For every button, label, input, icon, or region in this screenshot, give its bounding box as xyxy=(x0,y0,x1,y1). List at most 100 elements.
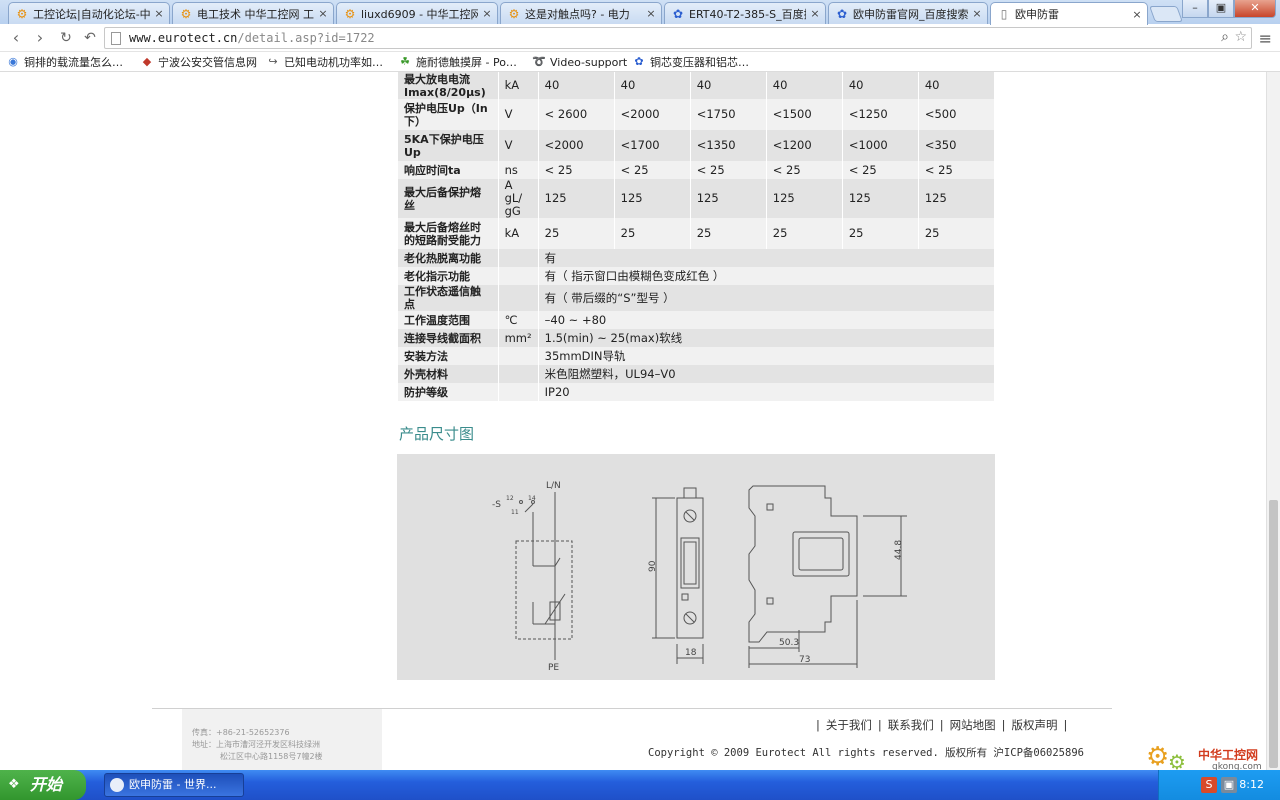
spec-unit xyxy=(498,365,539,383)
spec-unit: ℃ xyxy=(498,311,539,329)
reload-icon[interactable]: ↻ xyxy=(56,28,76,48)
clock[interactable]: 8:12 xyxy=(1239,778,1264,791)
link-favicon-icon: ↪ xyxy=(268,55,278,68)
spec-unit: A gL/ gG xyxy=(498,179,539,218)
spec-unit xyxy=(498,249,539,267)
bookmark-item[interactable]: ☘ 施耐德触摸屏 - Po… xyxy=(398,54,517,70)
spec-value: <1700 xyxy=(614,130,691,161)
bookmark-label: 宁波公安交管信息网 xyxy=(158,56,257,69)
vertical-scrollbar[interactable] xyxy=(1266,72,1280,770)
contact-address-2: 松江区中心路1158号7幢2楼 xyxy=(220,752,323,761)
footer-link-sitemap[interactable]: 网站地图 xyxy=(950,718,996,732)
undo-icon[interactable]: ↶ xyxy=(80,28,100,48)
tab-title: 工控论坛|自动化论坛-中 xyxy=(33,7,150,21)
url-text[interactable]: www.eurotect.cn/detail.asp?id=1722 xyxy=(129,31,375,45)
spec-label: 工作温度范围 xyxy=(398,311,499,329)
spec-unit: ns xyxy=(498,161,539,179)
bookmarks-bar: ◉ 铜排的载流量怎么… ◆ 宁波公安交管信息网 ↪ 已知电动机功率如… ☘ 施耐德触摸屏 - … xyxy=(0,52,1280,72)
start-button[interactable]: ❖ 开始 xyxy=(0,770,86,800)
browser-tab[interactable]: ✿ 欧申防雷官网_百度搜索 × xyxy=(828,2,988,24)
close-window-button[interactable]: ✕ xyxy=(1234,0,1276,18)
spec-row: 工作温度范围 ℃ –40 ~ +80 xyxy=(398,311,996,329)
tab-close-icon[interactable]: × xyxy=(1131,8,1143,21)
restore-button[interactable]: ▣ xyxy=(1208,0,1234,18)
forward-icon[interactable]: › xyxy=(30,28,50,48)
browser-tab[interactable]: ▯ 欧申防雷 × xyxy=(990,2,1148,25)
tab-close-icon[interactable]: × xyxy=(481,7,493,20)
switch-label: -S xyxy=(492,500,501,510)
spec-label: 最大后备保护熔丝 xyxy=(398,179,499,218)
browser-toolbar: ‹ › ↻ ↶ www.eurotect.cn/detail.asp?id=17… xyxy=(0,24,1280,52)
spec-value: < 25 xyxy=(614,161,691,179)
scrollbar-thumb[interactable] xyxy=(1269,500,1278,768)
tab-close-icon[interactable]: × xyxy=(317,7,329,20)
tab-close-icon[interactable]: × xyxy=(809,7,821,20)
bookmark-item[interactable]: ✿ 铜芯变压器和铝芯… xyxy=(632,54,749,70)
gear-favicon-icon: ⚙ xyxy=(508,6,520,21)
url-host: www.eurotect.cn xyxy=(129,31,238,45)
page-icon xyxy=(111,32,121,45)
spec-value: <1200 xyxy=(766,130,843,161)
spec-row: 老化热脱离功能 有 xyxy=(398,249,996,267)
spec-value: <350 xyxy=(918,130,996,161)
spec-value: 125 xyxy=(690,179,767,218)
side-view xyxy=(748,485,907,668)
front-height-label: 90 xyxy=(648,560,658,572)
footer-links: | 关于我们 | 联系我们 | 网站地图 | 版权声明 | xyxy=(816,718,1068,732)
taskbar-item-label: 欧申防雷 - 世界... xyxy=(129,778,217,791)
spec-value: < 25 xyxy=(538,161,615,179)
zoom-icon[interactable]: ⌕ xyxy=(1221,29,1229,45)
spec-unit: V xyxy=(498,130,539,161)
footer-link-copyright[interactable]: 版权声明 xyxy=(1012,718,1058,732)
browser-tab[interactable]: ✿ ERT40-T2-385-S_百度搜索× xyxy=(664,2,826,24)
copyright-text: Copyright © 2009 Eurotect All rights res… xyxy=(648,747,1084,759)
spec-unit xyxy=(498,267,539,285)
browser-tab[interactable]: ⚙ 工控论坛|自动化论坛-中 × xyxy=(8,2,170,24)
footer-link-about[interactable]: 关于我们 xyxy=(826,718,872,732)
tab-close-icon[interactable]: × xyxy=(153,7,165,20)
back-icon[interactable]: ‹ xyxy=(6,28,26,48)
spec-unit: kA xyxy=(498,72,539,99)
taskbar-item-browser[interactable]: 欧申防雷 - 世界... xyxy=(104,773,244,797)
spec-value-span: 有（ 带后缀的“S”型号 ） xyxy=(538,285,996,311)
gear-favicon-icon: ⚙ xyxy=(16,6,28,21)
spec-label: 老化热脱离功能 xyxy=(398,249,499,267)
browser-tab[interactable]: ⚙ liuxd6909 - 中华工控网 × xyxy=(336,2,498,24)
menu-icon[interactable]: ≡ xyxy=(1259,29,1272,48)
tab-close-icon[interactable]: × xyxy=(645,7,657,20)
bookmark-item[interactable]: ➰ Video-support xyxy=(532,54,627,70)
tab-close-icon[interactable]: × xyxy=(971,7,983,20)
spec-value: 40 xyxy=(766,72,843,99)
new-tab-button[interactable] xyxy=(1149,6,1183,22)
minimize-button[interactable]: – xyxy=(1182,0,1208,18)
gear-favicon-icon: ⚙ xyxy=(344,6,356,21)
bookmark-item[interactable]: ◉ 铜排的载流量怎么… xyxy=(6,54,123,70)
section-title: 产品尺寸图 xyxy=(399,425,475,443)
spec-row: 外壳材料 米色阻燃塑料，UL94–V0 xyxy=(398,365,996,383)
bookmark-label: 施耐德触摸屏 - Po… xyxy=(416,56,517,69)
gear-icon: ⚙ xyxy=(1146,742,1170,770)
bookmark-label: 已知电动机功率如… xyxy=(284,56,383,69)
bookmark-item[interactable]: ◆ 宁波公安交管信息网 xyxy=(140,54,257,70)
spec-table: 最大放电电流 Imax(8/20μs) kA 40 40 40 40 40 40 保护电压Up（… xyxy=(398,72,996,401)
contact-address: 地址：上海市漕河泾开发区科技绿洲 xyxy=(192,740,320,749)
address-bar[interactable]: www.eurotect.cn/detail.asp?id=1722 ⌕ ☆ xyxy=(104,27,1252,49)
spec-value: 40 xyxy=(538,72,615,99)
spec-value: 40 xyxy=(690,72,767,99)
spec-unit: kA xyxy=(498,218,539,249)
footer-contact: 传真：+86-21-52652376 地址：上海市漕河泾开发区科技绿洲 松江区中… xyxy=(182,709,382,770)
swirl-favicon-icon: ➰ xyxy=(532,55,546,68)
bookmark-label: Video-support xyxy=(550,55,628,69)
browser-tab[interactable]: ⚙ 这是对触点吗? - 电力 × xyxy=(500,2,662,24)
footer-link-contact[interactable]: 联系我们 xyxy=(888,718,934,732)
bookmark-item[interactable]: ↪ 已知电动机功率如… xyxy=(266,54,383,70)
side-outer-width-label: 73 xyxy=(799,655,810,665)
bookmark-star-icon[interactable]: ☆ xyxy=(1234,29,1247,45)
network-icon[interactable]: ▣ xyxy=(1221,777,1237,793)
spec-value-span: 35mmDIN导轨 xyxy=(538,347,996,365)
tab-strip: ⚙ 工控论坛|自动化论坛-中 × ⚙ 电工技术 中华工控网 工 × ⚙ liuxd6909 -… xyxy=(0,0,1280,25)
input-method-icon[interactable]: S xyxy=(1201,777,1217,793)
tab-title: 电工技术 中华工控网 工 xyxy=(197,7,314,21)
browser-tab[interactable]: ⚙ 电工技术 中华工控网 工 × xyxy=(172,2,334,24)
spec-value: 25 xyxy=(690,218,767,249)
